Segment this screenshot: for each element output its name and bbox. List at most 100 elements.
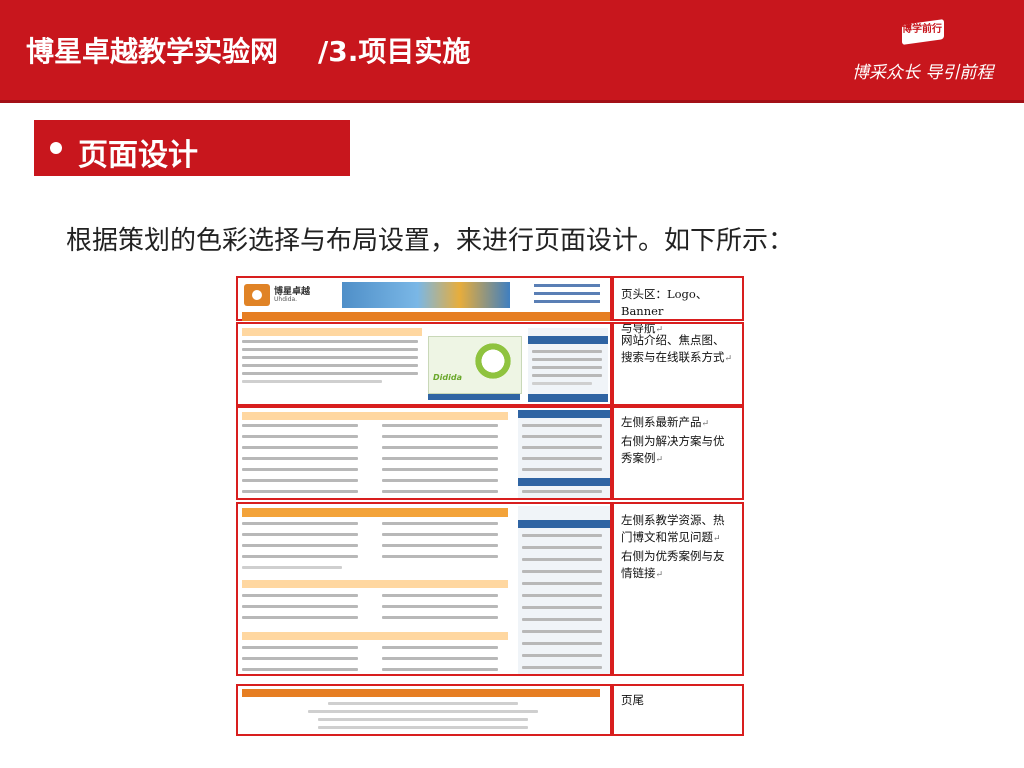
bullet-icon [50, 142, 62, 154]
logo-text: 博学前行 [902, 24, 942, 35]
mockup-heading [242, 632, 508, 640]
mockup-text [522, 582, 602, 585]
site-title: 博星卓越教学实验网 [26, 35, 279, 68]
mockup-text [242, 490, 358, 493]
mockup-text [242, 479, 358, 482]
return-mark: ↵ [655, 570, 664, 580]
mockup-text [382, 668, 498, 671]
mockup-text [242, 594, 358, 597]
return-mark: ↵ [724, 354, 733, 364]
mockup-text [382, 605, 498, 608]
mockup-text [522, 446, 602, 449]
mockup-text [522, 558, 602, 561]
mockup-text [522, 618, 602, 621]
mockup-text [382, 424, 498, 427]
mockup-text [532, 382, 592, 385]
mockup-text [382, 490, 498, 493]
annotation-line: 门博文和常见问题 [621, 530, 713, 544]
mockup-text [242, 435, 358, 438]
return-mark: ↵ [655, 455, 664, 465]
mockup-text [522, 490, 602, 493]
mockup-text [242, 372, 418, 375]
annotation-line: 情链接 [621, 566, 656, 580]
mockup-text [522, 468, 602, 471]
mockup-text [522, 606, 602, 609]
mockup-text [382, 446, 498, 449]
mockup-focus-image: Didida [428, 336, 522, 394]
mockup-text [382, 533, 498, 536]
mockup-text [242, 468, 358, 471]
return-mark: ↵ [701, 419, 710, 429]
mockup-text [522, 666, 602, 669]
annotation-line: 页尾 [621, 693, 644, 707]
mockup-text [308, 710, 538, 713]
mockup-text [328, 702, 518, 705]
mockup-text [382, 657, 498, 660]
annotation-line: 秀案例 [621, 451, 656, 465]
mockup-solutions [518, 410, 610, 498]
mockup-heading [242, 508, 508, 517]
mockup-text [242, 544, 358, 547]
mockup-link [534, 300, 600, 303]
mockup-text [318, 726, 528, 729]
mockup-caption-bar [428, 394, 520, 400]
mockup-text [242, 657, 358, 660]
mockup-banner [342, 282, 510, 308]
mockup-text [382, 594, 498, 597]
mockup-text [242, 668, 358, 671]
mockup-text [522, 594, 602, 597]
mockup-heading [518, 478, 610, 486]
mockup-text [242, 646, 358, 649]
section-heading: 页面设计 [34, 120, 350, 176]
header-divider [0, 100, 1024, 103]
mockup-link [534, 292, 600, 295]
mockup-text [242, 348, 418, 351]
mockup-text [382, 435, 498, 438]
annotation-box-5: 页尾 [612, 684, 744, 736]
mockup-heading [242, 580, 508, 588]
annotation-box-1: 页头区：Logo、Banner 与导航↵ [612, 276, 744, 335]
mockup-text [242, 424, 358, 427]
mockup-site-sub: Uhdida. [274, 296, 298, 303]
mockup-text [522, 570, 602, 573]
mockup-text [242, 356, 418, 359]
annotation-4: 左侧系教学资源、热 门博文和常见问题↵ 右侧为优秀案例与友 情链接↵ [621, 512, 725, 584]
mockup-text [382, 522, 498, 525]
mockup-text [522, 534, 602, 537]
mockup-intro: Didida [236, 322, 612, 406]
mockup-heading [518, 410, 610, 418]
annotation-line: 左侧系最新产品 [621, 415, 702, 429]
promo-graphic [473, 341, 513, 381]
mockup-text [242, 605, 358, 608]
mockup-text [382, 555, 498, 558]
mockup-header: 博星卓越 Uhdida. [236, 276, 612, 321]
mockup-text [382, 646, 498, 649]
mockup-text [382, 468, 498, 471]
mockup-text [242, 446, 358, 449]
title-bar: 博星卓越教学实验网/3.项目实施 博学前行 博采众长 导引前程 [0, 0, 1024, 100]
mockup-link [534, 284, 600, 287]
mockup-heading [242, 412, 508, 420]
annotation-line: 左侧系教学资源、热 [621, 513, 725, 527]
mockup-text [532, 366, 602, 369]
mockup-nav [242, 312, 610, 321]
mockup-text [382, 457, 498, 460]
mockup-text [242, 616, 358, 619]
mockup-heading [518, 520, 610, 528]
mockup-cases-links [518, 506, 610, 674]
mockup-text [242, 533, 358, 536]
annotation-box-2: 网站介绍、焦点图、 搜索与在线联系方式↵ [612, 322, 744, 406]
annotation-5: 页尾 [621, 692, 644, 709]
mockup-text [242, 340, 418, 343]
mockup-text [532, 374, 602, 377]
mockup-text [242, 457, 358, 460]
slide-title: 博星卓越教学实验网/3.项目实施 [26, 30, 470, 70]
section-title: 页面设计 [78, 138, 198, 173]
slogan: 博采众长 导引前程 [852, 63, 994, 83]
mockup-text [242, 380, 382, 383]
brand-logo: 博学前行 [896, 16, 948, 46]
mockup-products [236, 406, 612, 500]
return-mark: ↵ [713, 534, 721, 544]
mockup-text [522, 435, 602, 438]
promo-text: Didida [433, 373, 462, 382]
